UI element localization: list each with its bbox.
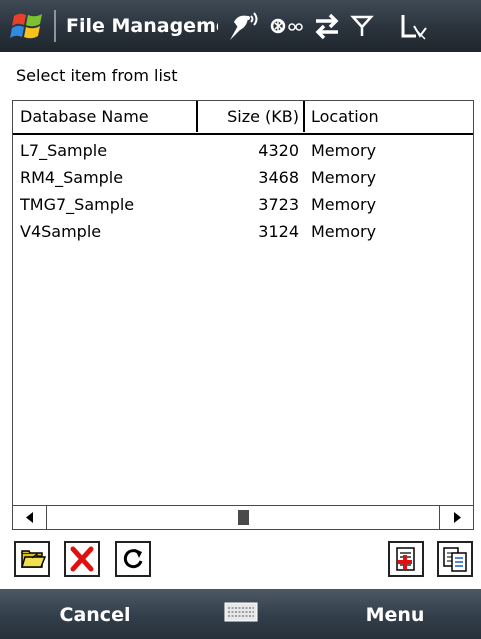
title-separator (54, 10, 56, 42)
copy-icon (443, 547, 467, 572)
battery-icon[interactable] (398, 10, 430, 42)
scroll-left-button[interactable] (13, 506, 47, 529)
cancel-softkey[interactable]: Cancel (40, 589, 150, 639)
delete-database-button[interactable] (64, 541, 100, 577)
horizontal-scrollbar[interactable] (13, 505, 473, 529)
new-database-icon (396, 547, 415, 571)
list-header: Database Name Size (KB) Location (13, 101, 473, 135)
antenna-icon[interactable] (226, 10, 262, 42)
table-row[interactable]: L7_Sample 4320 Memory (13, 137, 473, 164)
scroll-right-button[interactable] (439, 506, 473, 529)
soft-key-bar: Cancel Menu (0, 589, 481, 639)
copy-database-button[interactable] (437, 541, 473, 577)
column-header-location[interactable]: Location (304, 101, 473, 131)
open-database-button[interactable] (14, 541, 50, 577)
select-item-label: Select item from list (16, 66, 178, 85)
bluetooth-icon[interactable] (268, 10, 304, 42)
table-row[interactable]: V4Sample 3124 Memory (13, 218, 473, 245)
column-header-size[interactable]: Size (KB) (197, 101, 303, 131)
arrow-right-icon (454, 512, 461, 523)
window-title: File Manageme (66, 15, 218, 37)
title-bar: File Manageme (0, 0, 481, 52)
windows-start-icon[interactable] (8, 8, 48, 44)
database-name-cell: V4Sample (20, 222, 102, 241)
size-cell: 3723 (258, 195, 299, 214)
table-row[interactable]: TMG7_Sample 3723 Memory (13, 191, 473, 218)
location-cell: Memory (311, 141, 377, 160)
column-header-database-name[interactable]: Database Name (13, 101, 197, 131)
size-cell: 3124 (258, 222, 299, 241)
database-name-cell: L7_Sample (20, 141, 108, 160)
refresh-icon (123, 549, 143, 569)
size-cell: 3468 (258, 168, 299, 187)
arrow-left-icon (26, 512, 33, 523)
new-database-button[interactable] (388, 541, 424, 577)
table-row[interactable]: RM4_Sample 3468 Memory (13, 164, 473, 191)
location-cell: Memory (311, 195, 377, 214)
signal-icon[interactable] (350, 10, 374, 42)
menu-softkey[interactable]: Menu (340, 589, 450, 639)
database-list[interactable]: Database Name Size (KB) Location L7_Samp… (12, 100, 474, 530)
file-manager-screen: File Manageme Select item from list Data… (0, 0, 481, 639)
database-name-cell: RM4_Sample (20, 168, 124, 187)
keyboard-icon[interactable] (224, 602, 258, 622)
open-folder-icon (20, 550, 46, 568)
location-cell: Memory (311, 222, 377, 241)
scroll-track[interactable] (47, 506, 439, 529)
sync-arrows-icon[interactable] (312, 10, 342, 42)
database-name-cell: TMG7_Sample (20, 195, 135, 214)
list-rows: L7_Sample 4320 Memory RM4_Sample 3468 Me… (13, 137, 473, 245)
delete-icon (70, 546, 94, 572)
location-cell: Memory (311, 168, 377, 187)
refresh-button[interactable] (115, 541, 151, 577)
scroll-thumb[interactable] (238, 510, 249, 525)
size-cell: 4320 (258, 141, 299, 160)
